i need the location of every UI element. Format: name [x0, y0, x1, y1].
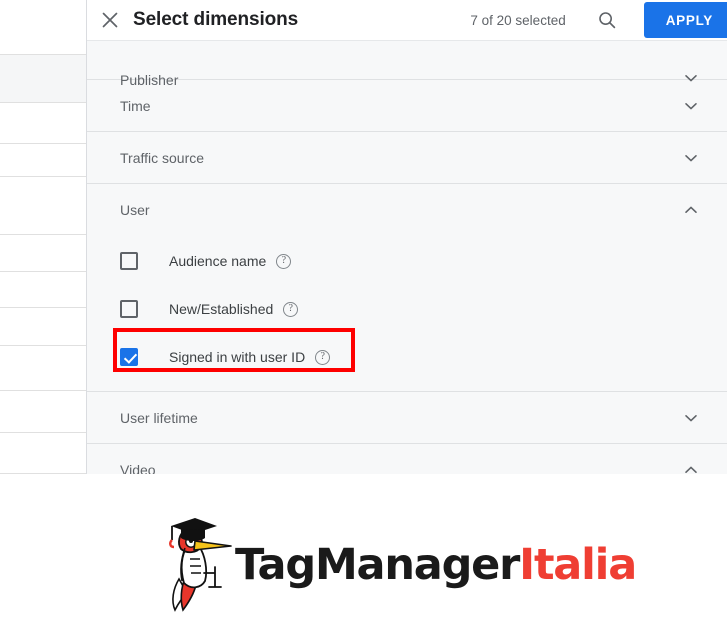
help-icon[interactable]: ?: [283, 301, 299, 317]
section-header-user-lifetime[interactable]: User lifetime: [87, 392, 727, 443]
table-row: [0, 346, 86, 391]
dimension-section: User Audience name? New/Established? Signed…: [87, 184, 727, 392]
table-row: [0, 433, 86, 474]
help-icon[interactable]: ?: [315, 349, 331, 365]
table-row: [0, 0, 86, 55]
footer-logo-area: TagManagerItalia: [0, 474, 727, 640]
table-row: [0, 55, 86, 103]
checkbox-signed-in-with-user-id[interactable]: [120, 348, 138, 366]
close-icon[interactable]: [93, 3, 127, 37]
checkbox-new-established[interactable]: [120, 300, 138, 318]
apply-button[interactable]: APPLY: [643, 2, 727, 38]
section-title: User: [120, 201, 150, 218]
tagmanageritalia-logo: TagManagerItalia: [161, 515, 637, 615]
chevron-up-icon[interactable]: [683, 202, 699, 218]
dimension-sections-list[interactable]: Publisher Time Traffic source User Audience …: [87, 41, 727, 474]
section-header-publisher[interactable]: Publisher: [87, 41, 727, 88]
table-row: [0, 391, 86, 433]
page-title: Select dimensions: [133, 9, 299, 30]
logo-text-primary: TagManager: [234, 540, 520, 590]
section-title: User lifetime: [120, 409, 198, 426]
search-icon[interactable]: [592, 5, 622, 35]
chevron-down-icon[interactable]: [683, 98, 699, 114]
table-row: [0, 235, 86, 272]
table-row: [0, 272, 86, 308]
table-row: [0, 177, 86, 235]
section-header-traffic-source[interactable]: Traffic source: [87, 132, 727, 183]
section-header-video[interactable]: Video: [87, 444, 727, 474]
dimension-section: Time: [87, 80, 727, 132]
screen: Select dimensions 7 of 20 selected APPLY…: [0, 0, 727, 640]
table-row: [0, 308, 86, 346]
section-title: Traffic source: [120, 149, 205, 166]
section-title: Time: [120, 97, 151, 114]
dimension-section: Traffic source: [87, 132, 727, 184]
chevron-down-icon[interactable]: [683, 410, 699, 426]
section-title: Video: [120, 461, 156, 475]
chevron-down-icon[interactable]: [683, 150, 699, 166]
dimension-row[interactable]: New/Established?: [87, 285, 727, 333]
select-dimensions-panel: Select dimensions 7 of 20 selected APPLY…: [86, 0, 727, 474]
section-header-user[interactable]: User: [87, 184, 727, 235]
chevron-up-icon[interactable]: [683, 462, 699, 475]
section-items: Audience name? New/Established? Signed in …: [87, 235, 727, 391]
background-report-table: [0, 0, 86, 474]
logo-wordmark: TagManagerItalia: [234, 540, 637, 590]
section-header-time[interactable]: Time: [87, 80, 727, 131]
dimension-section: Publisher: [87, 41, 727, 88]
dimension-row[interactable]: Audience name?: [87, 237, 727, 285]
dimension-row[interactable]: Signed in with user ID?: [87, 333, 727, 381]
table-row: [0, 144, 86, 177]
dimension-label: Audience name: [169, 253, 267, 269]
woodpecker-graduation-cap-icon: [169, 518, 232, 612]
panel-header: Select dimensions 7 of 20 selected APPLY: [87, 0, 727, 41]
dimension-label: New/Established: [169, 301, 274, 317]
help-icon[interactable]: ?: [276, 253, 292, 269]
checkbox-audience-name[interactable]: [120, 252, 138, 270]
dimension-section: Video: [87, 444, 727, 474]
table-row: [0, 103, 86, 144]
selected-count-label: 7 of 20 selected: [470, 12, 566, 28]
dimension-label: Signed in with user ID: [169, 349, 306, 365]
dimension-section: User lifetime: [87, 392, 727, 444]
logo-text-accent: Italia: [519, 540, 637, 590]
